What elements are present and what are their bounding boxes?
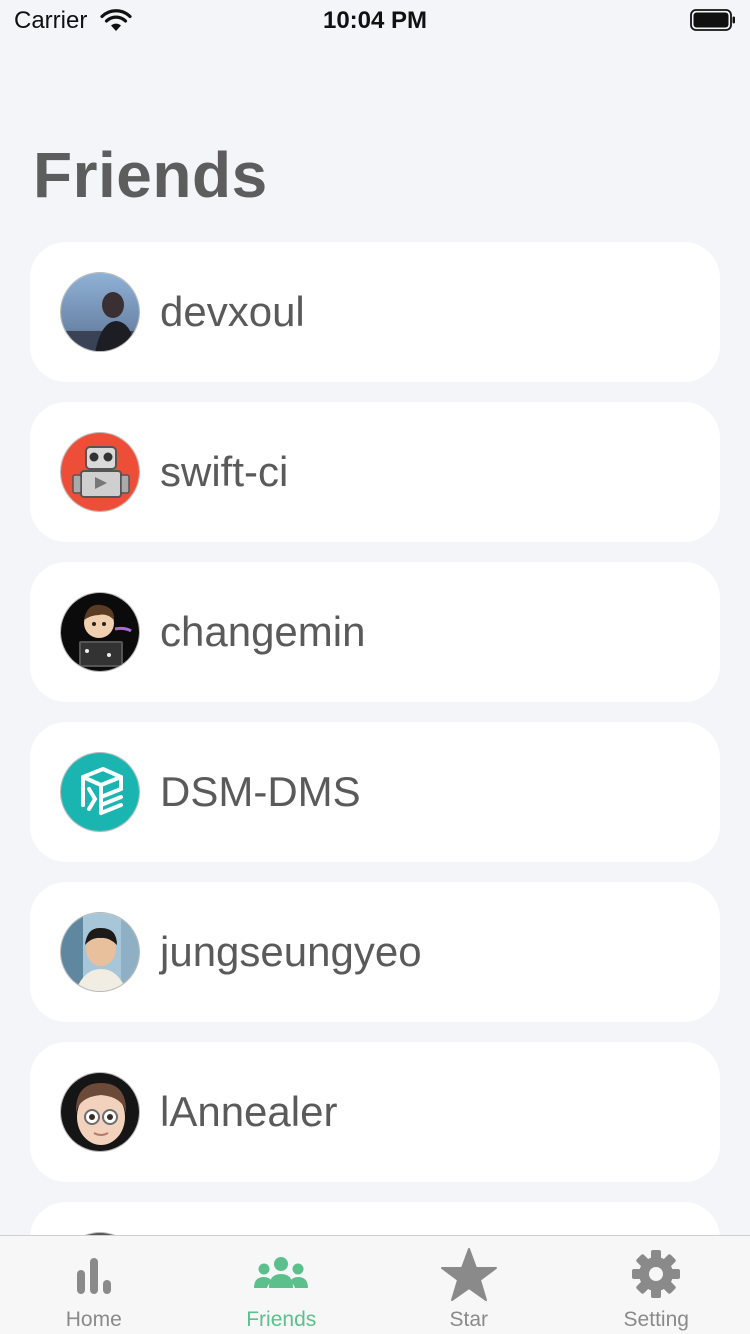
avatar — [60, 752, 140, 832]
tab-friends[interactable]: Friends — [188, 1236, 376, 1334]
friend-row-jungseungyeo[interactable]: jungseungyeo — [30, 882, 720, 1022]
status-time: 10:04 PM — [322, 7, 428, 34]
chart-bars-icon — [76, 1258, 111, 1294]
friend-row-changemin[interactable]: changemin — [30, 562, 720, 702]
tab-bar: Home Friends Star Setting — [0, 1235, 750, 1334]
star-icon — [440, 1248, 497, 1301]
friend-row-dsm-dms[interactable]: DSM-DMS — [30, 722, 720, 862]
tab-home[interactable]: Home — [0, 1236, 188, 1334]
friend-row-swift-ci[interactable]: swift-ci — [30, 402, 720, 542]
tab-label: Friends — [246, 1308, 317, 1331]
tab-label: Home — [65, 1308, 122, 1331]
gear-icon — [632, 1250, 681, 1298]
status-bar: Carrier 10:04 PM — [0, 0, 750, 40]
avatar — [60, 272, 140, 352]
friend-row-lannealer[interactable]: lAnnealer — [30, 1042, 720, 1182]
friend-name: jungseungyeo — [160, 928, 422, 975]
avatar — [60, 592, 140, 672]
friend-list[interactable]: devxoul swift-ci changemin DSM-DMS jungs… — [30, 242, 720, 1334]
friend-name: lAnnealer — [160, 1088, 338, 1135]
tab-label: Setting — [623, 1308, 689, 1331]
friends-screen: Carrier 10:04 PM Friends devxoul swift-c… — [0, 0, 750, 1334]
avatar — [60, 912, 140, 992]
avatar — [60, 1072, 140, 1152]
avatar — [60, 432, 140, 512]
tab-setting[interactable]: Setting — [563, 1236, 750, 1334]
friend-name: DSM-DMS — [160, 768, 361, 815]
tab-star[interactable]: Star — [375, 1236, 563, 1334]
tab-label: Star — [449, 1308, 488, 1331]
friend-name: devxoul — [160, 288, 305, 335]
people-icon — [254, 1257, 309, 1288]
battery-icon — [690, 9, 735, 31]
page-title: Friends — [33, 139, 268, 211]
friend-row-devxoul[interactable]: devxoul — [30, 242, 720, 382]
friend-name: changemin — [160, 608, 366, 655]
friend-name: swift-ci — [160, 448, 289, 495]
